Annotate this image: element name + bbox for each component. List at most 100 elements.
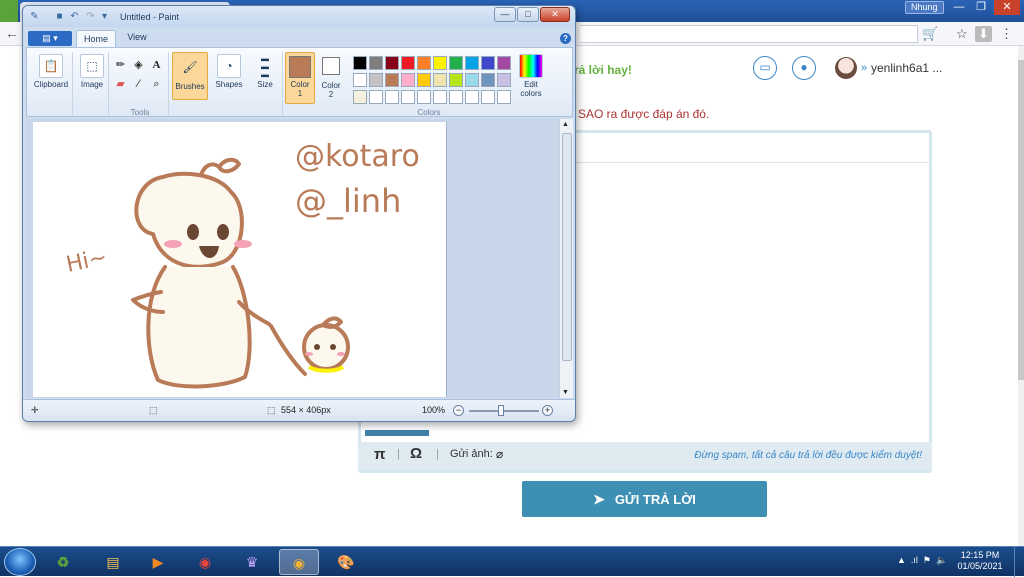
start-button[interactable] xyxy=(4,548,36,576)
palette-swatch[interactable] xyxy=(449,90,463,104)
system-tray[interactable]: ▲ .ıl ⚑ 🔈 xyxy=(897,555,947,566)
pi-button[interactable]: π xyxy=(374,446,385,463)
menu-icon[interactable]: ⋮ xyxy=(1000,26,1013,42)
text-tool-icon[interactable]: A xyxy=(149,58,164,73)
paint-maximize-button[interactable]: □ xyxy=(517,7,539,22)
scrollbar-thumb[interactable] xyxy=(562,133,572,361)
small-character-head xyxy=(302,323,350,371)
cart-icon[interactable]: 🛒 xyxy=(922,26,938,42)
save-icon[interactable]: ■ xyxy=(54,11,65,22)
palette-swatch[interactable] xyxy=(433,73,447,87)
paint-icon[interactable]: 🎨 xyxy=(326,549,366,575)
star-icon[interactable]: ☆ xyxy=(956,26,968,42)
game-icon[interactable]: ♛ xyxy=(232,549,272,575)
file-explorer-icon[interactable]: ▤ xyxy=(93,549,133,575)
browser-close-button[interactable]: ✕ xyxy=(994,0,1020,15)
undo-icon[interactable]: ↶ xyxy=(69,11,80,22)
zoom-out-button[interactable]: − xyxy=(453,405,464,416)
shapes-button[interactable]: ◔ Shapes xyxy=(213,54,245,89)
clock[interactable]: 12:15 PM 01/05/2021 xyxy=(955,550,1005,572)
palette-swatch[interactable] xyxy=(465,90,479,104)
paint-minimize-button[interactable]: — xyxy=(494,7,516,22)
palette-swatch[interactable] xyxy=(385,73,399,87)
size-button[interactable]: ━ ━ ━ Size xyxy=(251,54,279,89)
palette-swatch[interactable] xyxy=(369,73,383,87)
send-answer-label: GỬI TRẢ LỜI xyxy=(614,492,696,507)
color-picker-icon[interactable]: ⁄ xyxy=(131,77,146,92)
tab-home[interactable]: Home xyxy=(76,30,116,48)
paint-window: ✎ ■ ↶ ↷ ▾ Untitled - Paint — □ ✕ ▤ ▾ Hom… xyxy=(22,5,576,422)
palette-swatch[interactable] xyxy=(353,56,367,70)
palette-swatch[interactable] xyxy=(449,73,463,87)
color2-button[interactable]: Color 2 xyxy=(317,56,345,99)
palette-swatch[interactable] xyxy=(353,90,367,104)
edit-colors-label: Edit colors xyxy=(520,80,542,98)
palette-swatch[interactable] xyxy=(417,56,431,70)
chat-icon[interactable]: ▭ xyxy=(753,56,777,80)
eraser-icon[interactable]: ▰ xyxy=(113,77,128,92)
download-icon[interactable]: ⬇ xyxy=(975,26,992,42)
zoom-slider[interactable] xyxy=(469,410,539,412)
palette-swatch[interactable] xyxy=(449,56,463,70)
palette-swatch[interactable] xyxy=(497,56,511,70)
back-arrow-icon[interactable]: ← xyxy=(5,25,19,41)
palette-swatch[interactable] xyxy=(369,56,383,70)
help-icon[interactable]: ? xyxy=(560,33,571,44)
send-answer-button[interactable]: ➤ GỬI TRẢ LỜI xyxy=(522,481,767,517)
palette-swatch[interactable] xyxy=(465,56,479,70)
line-size-icon: ━ ━ ━ xyxy=(261,53,269,83)
palette-swatch[interactable] xyxy=(481,73,495,87)
palette-swatch[interactable] xyxy=(401,73,415,87)
spam-note: Đừng spam, tất cả câu trả lời đều được k… xyxy=(694,450,922,461)
palette-swatch[interactable] xyxy=(353,73,367,87)
paint-file-menu-button[interactable]: ▤ ▾ xyxy=(28,31,72,46)
redo-icon[interactable]: ↷ xyxy=(85,11,96,22)
palette-swatch[interactable] xyxy=(417,90,431,104)
avatar[interactable] xyxy=(835,57,857,79)
palette-swatch[interactable] xyxy=(497,73,511,87)
color1-button[interactable]: Color 1 xyxy=(285,52,315,104)
palette-swatch[interactable] xyxy=(433,56,447,70)
palette-swatch[interactable] xyxy=(385,90,399,104)
palette-swatch[interactable] xyxy=(369,90,383,104)
chrome-icon[interactable]: ◉ xyxy=(185,549,225,575)
paperclip-icon[interactable]: ⌀ xyxy=(496,447,503,461)
palette-swatch[interactable] xyxy=(401,90,415,104)
image-button[interactable]: ⬚ Image xyxy=(77,54,107,89)
bell-icon[interactable]: ● xyxy=(792,56,816,80)
palette-swatch[interactable] xyxy=(401,56,415,70)
palette-swatch[interactable] xyxy=(417,73,431,87)
zoom-slider-knob[interactable] xyxy=(498,405,504,416)
username[interactable]: yenlinh6a1 ... xyxy=(871,61,942,75)
browser-restore-button[interactable]: ❐ xyxy=(970,0,992,15)
media-player-icon[interactable]: ▶ xyxy=(138,549,178,575)
profile-name[interactable]: Nhung xyxy=(905,1,944,14)
omega-button[interactable]: Ω xyxy=(410,445,422,462)
scroll-down-icon[interactable]: ▼ xyxy=(562,389,569,396)
pencil-icon[interactable]: ✏ xyxy=(113,58,128,73)
magnifier-icon[interactable]: ⌕ xyxy=(149,77,164,92)
palette-swatch[interactable] xyxy=(433,90,447,104)
paint-close-button[interactable]: ✕ xyxy=(540,7,570,22)
url-input[interactable] xyxy=(580,25,918,43)
clipboard-button[interactable]: 📋 Clipboard xyxy=(31,54,71,89)
page-scrollbar-thumb[interactable] xyxy=(1018,60,1024,380)
customize-qat-icon[interactable]: ▾ xyxy=(99,11,110,22)
zoom-in-button[interactable]: + xyxy=(542,405,553,416)
palette-swatch[interactable] xyxy=(481,56,495,70)
canvas-vertical-scrollbar[interactable]: ▲ ▼ xyxy=(559,119,573,398)
show-desktop-button[interactable] xyxy=(1014,547,1024,577)
browser-minimize-button[interactable]: — xyxy=(948,0,970,15)
scroll-up-icon[interactable]: ▲ xyxy=(562,121,569,128)
drawing-canvas[interactable]: @kotaro @_linh Hi~ xyxy=(33,122,447,397)
fill-icon[interactable]: ◈ xyxy=(131,58,146,73)
chrome-active-icon[interactable]: ◉ xyxy=(279,549,319,575)
palette-swatch[interactable] xyxy=(465,73,479,87)
palette-swatch[interactable] xyxy=(497,90,511,104)
brushes-button[interactable]: 🖌 Brushes xyxy=(172,52,208,100)
hoc24-icon[interactable]: ♻ xyxy=(43,549,83,575)
edit-colors-button[interactable]: Edit colors xyxy=(513,54,549,98)
palette-swatch[interactable] xyxy=(385,56,399,70)
palette-swatch[interactable] xyxy=(481,90,495,104)
tab-view[interactable]: View xyxy=(122,32,152,42)
